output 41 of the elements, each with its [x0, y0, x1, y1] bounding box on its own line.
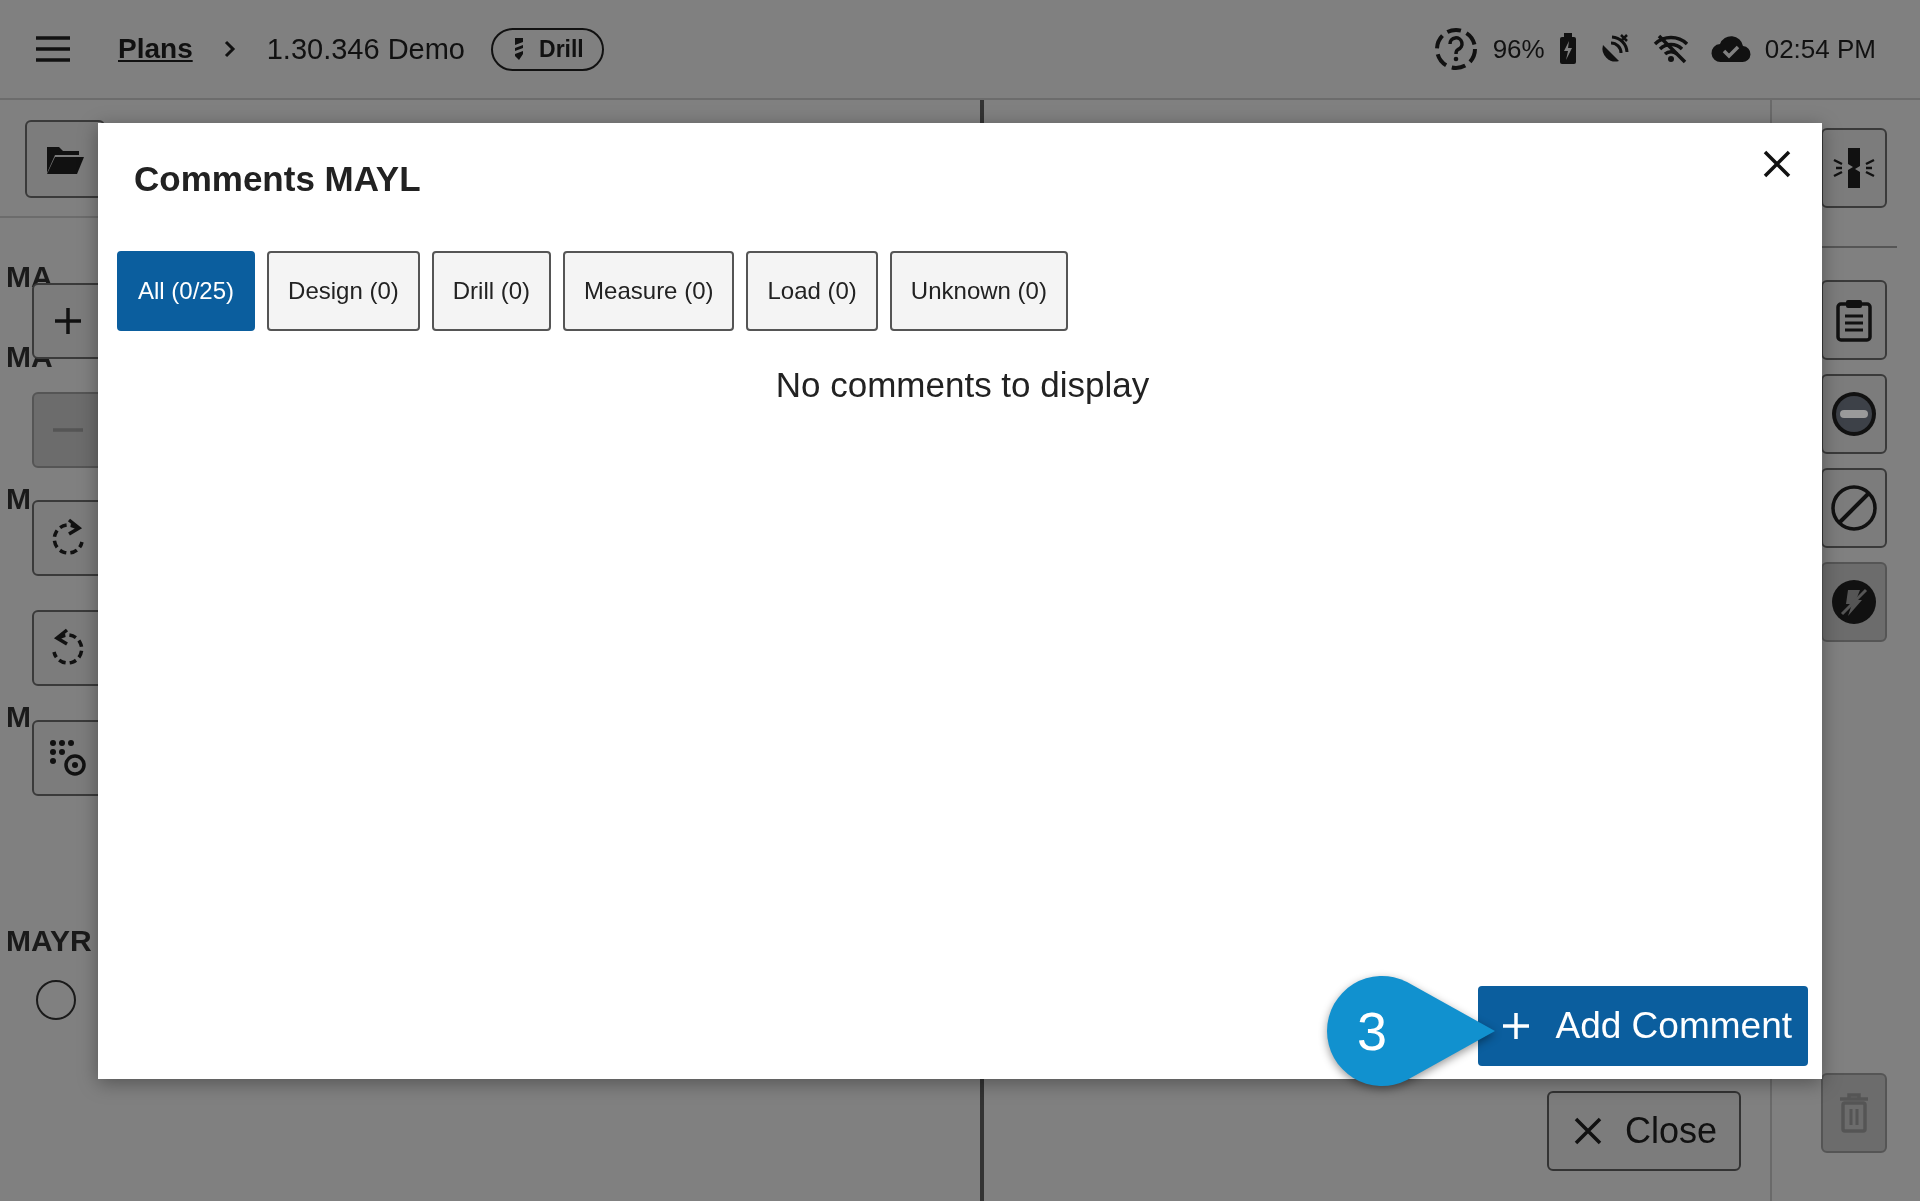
menu-icon[interactable] — [34, 35, 72, 63]
breadcrumb-link[interactable]: Plans — [118, 33, 193, 65]
clipboard-icon — [1835, 298, 1873, 342]
battery-charging-icon — [1558, 33, 1577, 65]
row-label: M — [6, 700, 31, 734]
crossed-out-circle-icon — [1830, 578, 1878, 626]
slash-circle-icon — [1830, 484, 1878, 532]
row-label: MAYR — [6, 924, 92, 958]
break-button[interactable] — [1821, 128, 1887, 208]
chevron-icon — [222, 39, 237, 59]
filter-tab[interactable]: Design (0) — [267, 251, 420, 331]
folder-button[interactable] — [25, 120, 105, 198]
filter-tab[interactable]: Drill (0) — [431, 251, 552, 331]
filter-tab[interactable]: All (0/25) — [117, 251, 256, 331]
slash-circle-button[interactable] — [1821, 468, 1887, 548]
row-label: M — [6, 482, 31, 516]
battery-percent: 96% — [1492, 33, 1545, 65]
radio-button[interactable] — [36, 980, 76, 1020]
filter-tab[interactable]: Unknown (0) — [889, 251, 1068, 331]
close-icon — [1762, 149, 1792, 179]
add-comment-button[interactable]: Add Comment — [1477, 986, 1808, 1066]
clipboard-button[interactable] — [1821, 280, 1887, 360]
empty-message: No comments to display — [774, 365, 1151, 405]
minus-circle-button[interactable] — [1821, 374, 1887, 454]
filter-tab[interactable]: Load (0) — [746, 251, 878, 331]
close-icon — [1572, 1116, 1603, 1146]
help-icon[interactable] — [1432, 26, 1479, 72]
clock-time: 02:54 PM — [1764, 33, 1876, 65]
dot-grid-target-icon — [48, 738, 88, 778]
broken-bar-icon — [1832, 146, 1876, 190]
cloud-check-icon — [1710, 34, 1751, 64]
filter-tab[interactable]: Measure (0) — [563, 251, 735, 331]
minus-icon — [53, 427, 83, 433]
dialog-title: Comments MAYL — [134, 159, 421, 199]
close-button[interactable]: Close — [1546, 1091, 1741, 1171]
minus-circle-icon — [1830, 390, 1878, 438]
chip-label: Drill — [539, 35, 584, 63]
plus-icon — [53, 306, 83, 336]
wifi-off-icon — [1652, 34, 1689, 64]
plan-name: 1.30.346 Demo — [266, 32, 465, 66]
plus-icon — [1501, 1012, 1530, 1040]
